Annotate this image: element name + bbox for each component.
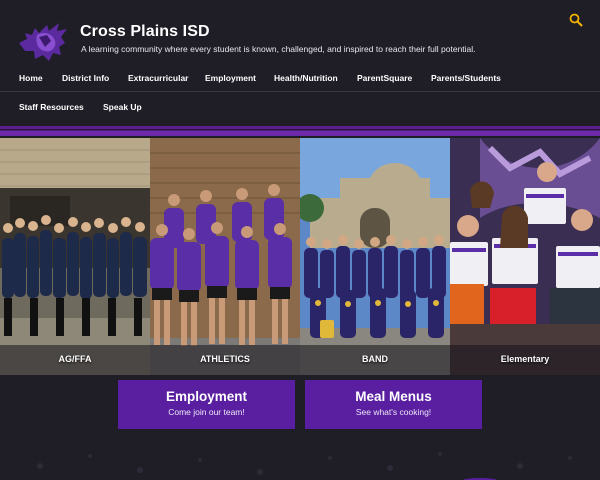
tile-label: Elementary <box>500 354 550 364</box>
promo-title: Meal Menus <box>355 389 432 404</box>
nav-speak-up[interactable]: Speak Up <box>103 102 142 112</box>
nav-health-nutrition[interactable]: Health/Nutrition <box>274 73 338 83</box>
nav-home[interactable]: Home <box>19 73 43 83</box>
site-header: Cross Plains ISD A learning community wh… <box>0 0 600 125</box>
buffalo-logo-icon[interactable] <box>17 13 69 63</box>
band-photo <box>300 138 450 375</box>
tile-label: AG/FFA <box>58 354 92 364</box>
nav-employment[interactable]: Employment <box>205 73 256 83</box>
nav-extracurricular[interactable]: Extracurricular <box>128 73 188 83</box>
elementary-photo <box>450 138 600 375</box>
main-nav-row-1: Home District Info Extracurricular Emplo… <box>0 64 600 92</box>
employment-promo-button[interactable]: Employment Come join our team! <box>118 380 295 429</box>
tile-band[interactable]: BAND <box>300 138 450 375</box>
promo-title: Employment <box>165 389 247 404</box>
meal-menus-promo-button[interactable]: Meal Menus See what's cooking! <box>305 380 482 429</box>
program-tiles: AG/FFA ATHLETICS BAND Elementary <box>0 138 600 375</box>
site-title[interactable]: Cross Plains ISD <box>80 23 210 41</box>
athletics-photo <box>150 138 300 375</box>
tile-label: BAND <box>362 354 388 364</box>
tile-elementary[interactable]: Elementary <box>450 138 600 375</box>
decorative-dots <box>37 452 572 480</box>
promo-subtitle: See what's cooking! <box>355 407 432 417</box>
search-icon[interactable] <box>569 13 583 27</box>
nav-parentsquare[interactable]: ParentSquare <box>357 73 412 83</box>
nav-staff-resources[interactable]: Staff Resources <box>19 102 84 112</box>
tile-athletics[interactable]: ATHLETICS <box>150 138 300 375</box>
tile-ag-ffa[interactable]: AG/FFA <box>0 138 150 375</box>
tile-label: ATHLETICS <box>200 354 250 364</box>
nav-parents-students[interactable]: Parents/Students <box>431 73 501 83</box>
promo-subtitle: Come join our team! <box>168 407 245 417</box>
ag-ffa-photo <box>0 138 150 375</box>
header-divider <box>0 126 600 136</box>
site-tagline: A learning community where every student… <box>81 44 476 54</box>
nav-district-info[interactable]: District Info <box>62 73 109 83</box>
main-nav-row-2: Staff Resources Speak Up <box>0 93 600 121</box>
